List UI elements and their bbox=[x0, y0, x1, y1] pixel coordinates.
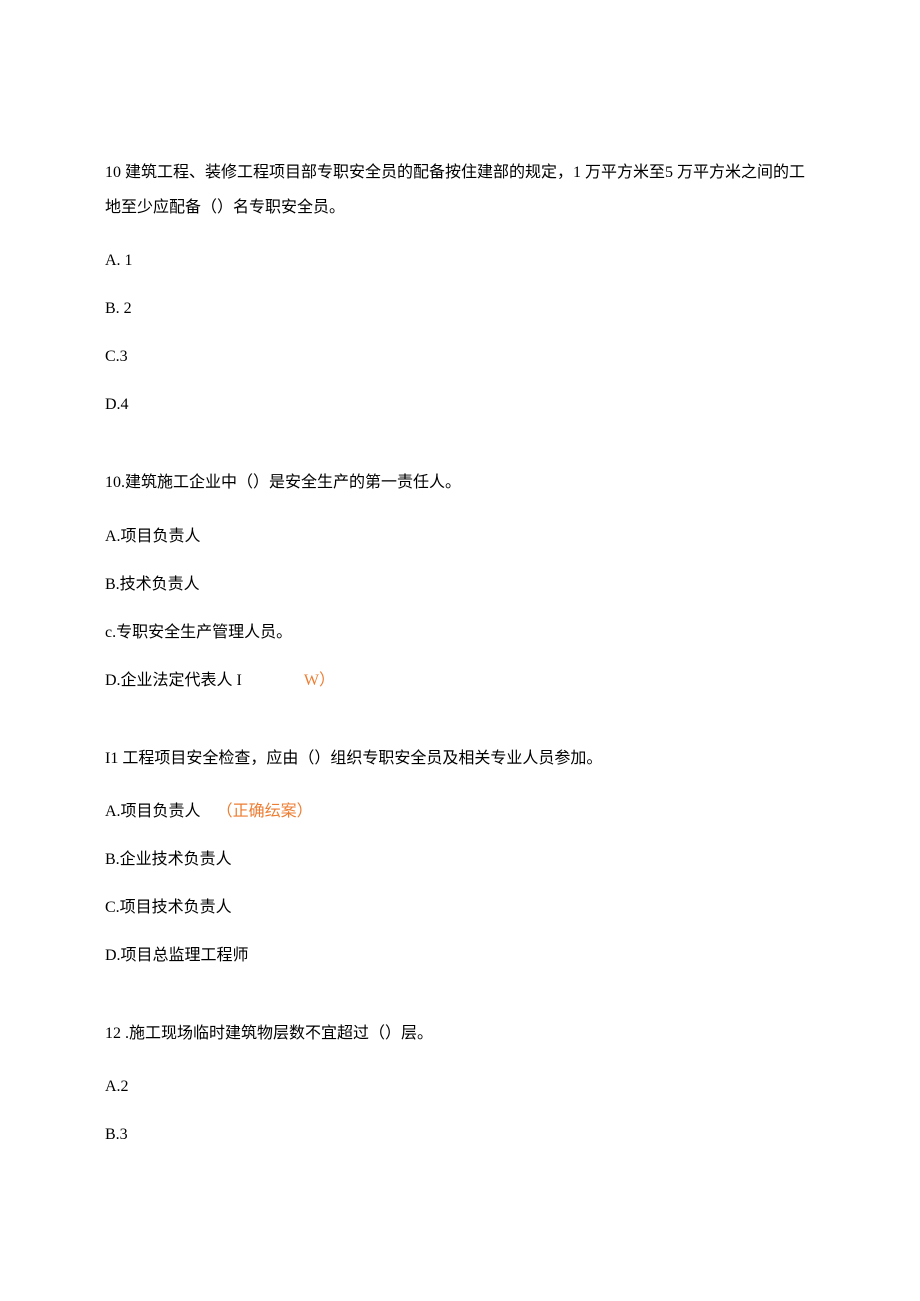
option-b: B. 2 bbox=[105, 297, 815, 321]
option-b: B.3 bbox=[105, 1123, 815, 1147]
option-label: D.企业法定代表人 I bbox=[105, 672, 242, 689]
question-block-3: I1 工程项目安全检查，应由（）组织专职安全员及相关专业人员参加。 A.项目负责… bbox=[105, 741, 815, 968]
option-a: A. 1 bbox=[105, 249, 815, 273]
option-a: A.项目负责人 bbox=[105, 525, 815, 549]
correct-answer-annotation: （正确纭案） bbox=[217, 803, 313, 820]
option-c: c.专职安全生产管理人员。 bbox=[105, 621, 815, 645]
option-d: D.4 bbox=[105, 393, 815, 417]
option-b: B.企业技术负责人 bbox=[105, 848, 815, 872]
option-label: A.项目负责人 bbox=[105, 803, 201, 820]
option-b: B.技术负责人 bbox=[105, 573, 815, 597]
question-text: 12 .施工现场临时建筑物层数不宜超过（）层。 bbox=[105, 1016, 815, 1051]
option-c: C.项目技术负责人 bbox=[105, 896, 815, 920]
option-a: A.项目负责人 （正确纭案） bbox=[105, 800, 815, 824]
correct-answer-annotation: W） bbox=[304, 672, 335, 689]
option-c: C.3 bbox=[105, 345, 815, 369]
option-d: D.企业法定代表人 I W） bbox=[105, 669, 815, 693]
question-block-1: 10 建筑工程、装修工程项目部专职安全员的配备按住建部的规定，1 万平方米至5 … bbox=[105, 155, 815, 417]
question-block-2: 10.建筑施工企业中（）是安全生产的第一责任人。 A.项目负责人 B.技术负责人… bbox=[105, 465, 815, 692]
question-text: I1 工程项目安全检查，应由（）组织专职安全员及相关专业人员参加。 bbox=[105, 741, 815, 776]
question-text: 10.建筑施工企业中（）是安全生产的第一责任人。 bbox=[105, 465, 815, 500]
option-d: D.项目总监理工程师 bbox=[105, 944, 815, 968]
question-block-4: 12 .施工现场临时建筑物层数不宜超过（）层。 A.2 B.3 bbox=[105, 1016, 815, 1147]
question-text: 10 建筑工程、装修工程项目部专职安全员的配备按住建部的规定，1 万平方米至5 … bbox=[105, 155, 815, 225]
option-a: A.2 bbox=[105, 1075, 815, 1099]
